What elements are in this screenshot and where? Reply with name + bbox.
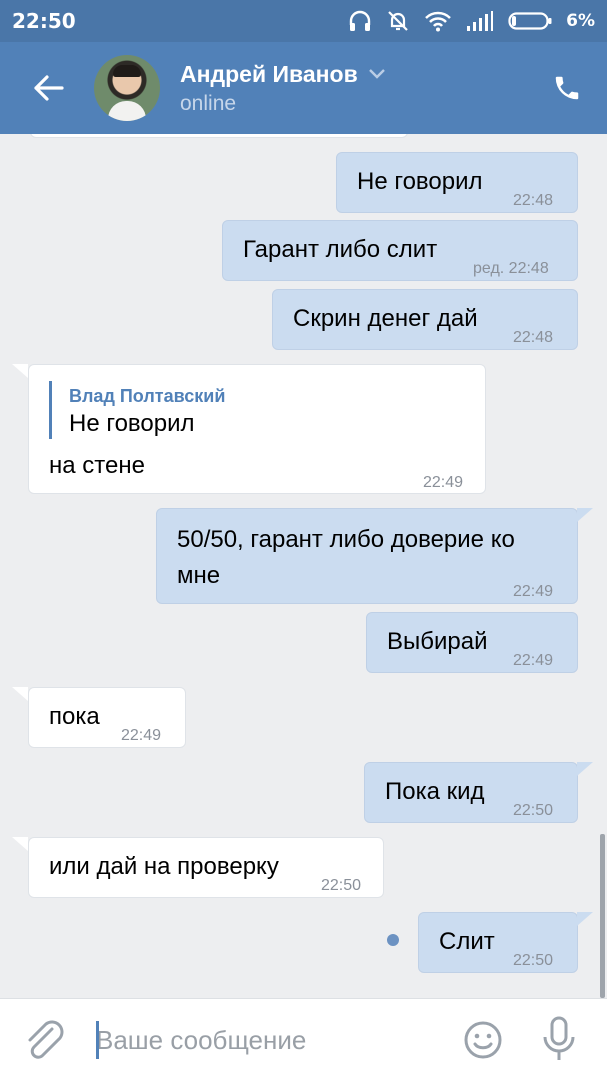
status-icons: 6%	[348, 9, 595, 33]
bubble-tail	[577, 762, 593, 776]
message-list[interactable]: Не говорил 22:48 Гарант либо слит ред. 2…	[0, 134, 607, 998]
message-out[interactable]: Пока кид 22:50	[364, 762, 578, 823]
message-text: Скрин денег дай	[293, 305, 478, 332]
message-text-line2: мне	[177, 562, 221, 589]
message-in[interactable]: пока 22:49	[28, 687, 186, 748]
status-bar: 22:50 6%	[0, 0, 607, 42]
message-time: ред. 22:48	[473, 260, 549, 277]
emoji-button[interactable]	[462, 1019, 504, 1061]
bubble-tail	[12, 837, 28, 851]
smiley-icon	[464, 1021, 502, 1059]
signal-icon	[467, 11, 494, 31]
composer: Ваше сообщение	[0, 998, 607, 1080]
message-time: 22:50	[513, 952, 554, 969]
message-out[interactable]: Слит 22:50	[418, 912, 578, 973]
bubble-tail	[577, 508, 593, 522]
contact-status: online	[180, 91, 237, 115]
message-text: или дай на проверку	[49, 853, 279, 880]
message-in[interactable]: Влад Полтавский Не говорил на стене 22:4…	[28, 364, 486, 494]
back-button[interactable]	[0, 42, 96, 134]
bell-off-icon	[388, 11, 408, 31]
message-text-line1: 50/50, гарант либо доверие ко	[177, 526, 515, 553]
bubble-tail	[577, 912, 593, 926]
message-out[interactable]: Выбирай 22:49	[366, 612, 578, 673]
status-time: 22:50	[12, 9, 76, 33]
message-time: 22:48	[513, 192, 554, 209]
message-time: 22:48	[513, 329, 554, 346]
message-text: на стене	[49, 452, 145, 479]
arrow-left-icon	[34, 75, 64, 101]
phone-icon	[555, 76, 579, 100]
attach-button[interactable]	[22, 1019, 68, 1063]
message-time: 22:49	[121, 727, 162, 744]
reply-author: Влад Полтавский	[69, 386, 226, 406]
battery-icon	[508, 12, 552, 30]
message-time: 22:50	[321, 877, 362, 894]
avatar[interactable]	[94, 55, 160, 121]
wifi-icon	[425, 11, 452, 32]
message-out[interactable]: 50/50, гарант либо доверие ко мне 22:49	[156, 508, 578, 604]
scrollbar[interactable]	[600, 834, 605, 998]
message-text: Слит	[439, 928, 495, 955]
message-text: пока	[49, 703, 100, 730]
message-out[interactable]: Не говорил 22:48	[336, 152, 578, 213]
message-input[interactable]: Ваше сообщение	[96, 1017, 436, 1063]
reply-bar	[49, 381, 52, 439]
bubble-tail	[12, 364, 28, 378]
headphones-icon	[349, 10, 371, 31]
message-text: Пока кид	[385, 778, 485, 805]
message-out[interactable]: Скрин денег дай 22:48	[272, 289, 578, 350]
chat-title[interactable]: Андрей Иванов online	[180, 61, 386, 116]
contact-name: Андрей Иванов	[180, 60, 358, 87]
message-text: Не говорил	[357, 168, 483, 195]
avatar-shirt	[108, 101, 146, 121]
message-time: 22:49	[513, 652, 554, 669]
chat-header: Андрей Иванов online	[0, 42, 607, 134]
message-time: 22:49	[423, 474, 464, 491]
text-cursor	[96, 1021, 99, 1059]
message-time: 22:50	[513, 802, 554, 819]
call-button[interactable]	[527, 42, 607, 134]
message-out[interactable]: Гарант либо слит ред. 22:48	[222, 220, 578, 281]
chevron-down-icon	[368, 69, 385, 79]
unread-indicator	[387, 934, 399, 946]
message-text: Гарант либо слит	[243, 236, 438, 263]
reply-text: Не говорил	[69, 410, 195, 437]
avatar-hair	[113, 65, 141, 77]
message-in[interactable]: или дай на проверку 22:50	[28, 837, 384, 898]
bubble-tail	[12, 687, 28, 701]
battery-percent: 6%	[566, 11, 595, 31]
voice-button[interactable]	[538, 1015, 580, 1063]
message-partial	[30, 134, 408, 138]
paperclip-icon	[28, 1020, 64, 1059]
microphone-icon	[543, 1016, 575, 1060]
message-time: 22:49	[513, 583, 554, 600]
message-text: Выбирай	[387, 628, 488, 655]
